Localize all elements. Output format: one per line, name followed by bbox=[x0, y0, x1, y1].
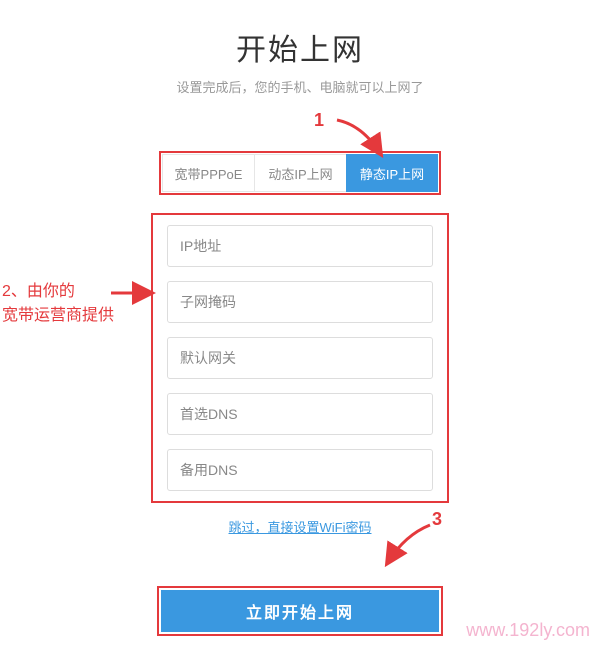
subnet-mask-field[interactable] bbox=[167, 281, 433, 323]
primary-dns-field[interactable] bbox=[167, 393, 433, 435]
tab-dynamic-ip[interactable]: 动态IP上网 bbox=[254, 154, 346, 192]
ip-address-field[interactable] bbox=[167, 225, 433, 267]
page-title: 开始上网 bbox=[236, 25, 364, 69]
tab-static-ip[interactable]: 静态IP上网 bbox=[346, 154, 438, 192]
submit-highlight: 立即开始上网 bbox=[157, 586, 443, 636]
watermark: www.192ly.com bbox=[466, 620, 590, 641]
static-ip-form bbox=[151, 213, 449, 503]
secondary-dns-field[interactable] bbox=[167, 449, 433, 491]
skip-wifi-link[interactable]: 跳过，直接设置WiFi密码 bbox=[229, 517, 372, 536]
tab-pppoe[interactable]: 宽带PPPoE bbox=[162, 154, 254, 192]
connection-type-tabs: 宽带PPPoE 动态IP上网 静态IP上网 bbox=[159, 151, 441, 195]
default-gateway-field[interactable] bbox=[167, 337, 433, 379]
page-subtitle: 设置完成后，您的手机、电脑就可以上网了 bbox=[176, 77, 423, 96]
start-internet-button[interactable]: 立即开始上网 bbox=[161, 590, 439, 632]
